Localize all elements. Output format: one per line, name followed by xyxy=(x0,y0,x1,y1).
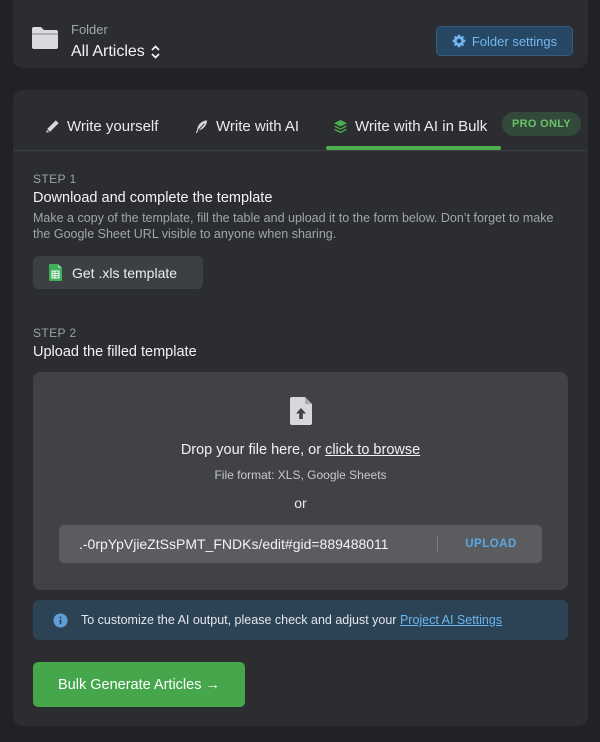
folder-header: Folder All Articles Folder settings xyxy=(13,0,588,68)
browse-link[interactable]: click to browse xyxy=(325,442,420,458)
step2-label: STEP 2 xyxy=(33,326,77,340)
tab-write-with-ai[interactable]: Write with AI xyxy=(194,112,299,140)
step1-label: STEP 1 xyxy=(33,172,77,186)
file-upload-icon xyxy=(290,397,312,425)
updown-chevron-icon xyxy=(151,45,160,59)
drop-text: Drop your file here, or xyxy=(180,442,326,458)
sheet-url-row: UPLOAD xyxy=(59,525,542,563)
upload-button[interactable]: UPLOAD xyxy=(447,525,535,563)
step2-title: Upload the filled template xyxy=(33,344,197,360)
ai-settings-info-banner: To customize the AI output, please check… xyxy=(33,600,568,640)
bulk-write-card: Write yourself Write with AI Write with … xyxy=(13,90,588,726)
pen-icon xyxy=(46,119,59,133)
get-template-button[interactable]: Get .xls template xyxy=(33,256,203,289)
or-divider-text: or xyxy=(294,495,307,511)
feather-icon xyxy=(195,119,208,133)
tab-write-yourself[interactable]: Write yourself xyxy=(45,112,158,140)
tab-label: Write yourself xyxy=(67,117,159,135)
tab-write-with-ai-in-bulk[interactable]: Write with AI in Bulk xyxy=(333,112,487,140)
write-mode-tabs: Write yourself Write with AI Write with … xyxy=(13,90,588,151)
spreadsheet-icon xyxy=(49,264,62,281)
tab-label: Write with AI xyxy=(216,117,300,135)
drop-instructions: Drop your file here, or click to browse xyxy=(33,442,568,458)
active-tab-indicator xyxy=(326,146,501,150)
layers-icon xyxy=(333,119,348,133)
pro-only-badge: PRO ONLY xyxy=(502,112,581,136)
folder-select[interactable]: All Articles xyxy=(71,43,160,61)
folder-settings-label: Folder settings xyxy=(471,33,558,49)
file-format-text: File format: XLS, Google Sheets xyxy=(214,468,387,482)
folder-icon xyxy=(32,27,58,49)
step1-title: Download and complete the template xyxy=(33,190,273,206)
get-template-label: Get .xls template xyxy=(72,264,178,281)
folder-label: Folder xyxy=(71,22,108,37)
file-dropzone[interactable]: Drop your file here, or click to browse … xyxy=(33,372,568,590)
folder-settings-button[interactable]: Folder settings xyxy=(436,26,573,56)
url-separator xyxy=(437,535,438,553)
sheet-url-input[interactable] xyxy=(59,525,437,563)
info-message: To customize the AI output, please check… xyxy=(81,613,400,627)
project-ai-settings-link[interactable]: Project AI Settings xyxy=(400,613,502,627)
info-text: To customize the AI output, please check… xyxy=(81,613,502,627)
step1-description: Make a copy of the template, fill the ta… xyxy=(33,211,554,241)
tab-label: Write with AI in Bulk xyxy=(355,117,488,135)
folder-select-value: All Articles xyxy=(71,43,145,60)
bulk-generate-button[interactable]: Bulk Generate Articles → xyxy=(33,662,245,707)
gear-icon xyxy=(452,34,466,48)
info-icon xyxy=(53,612,68,628)
